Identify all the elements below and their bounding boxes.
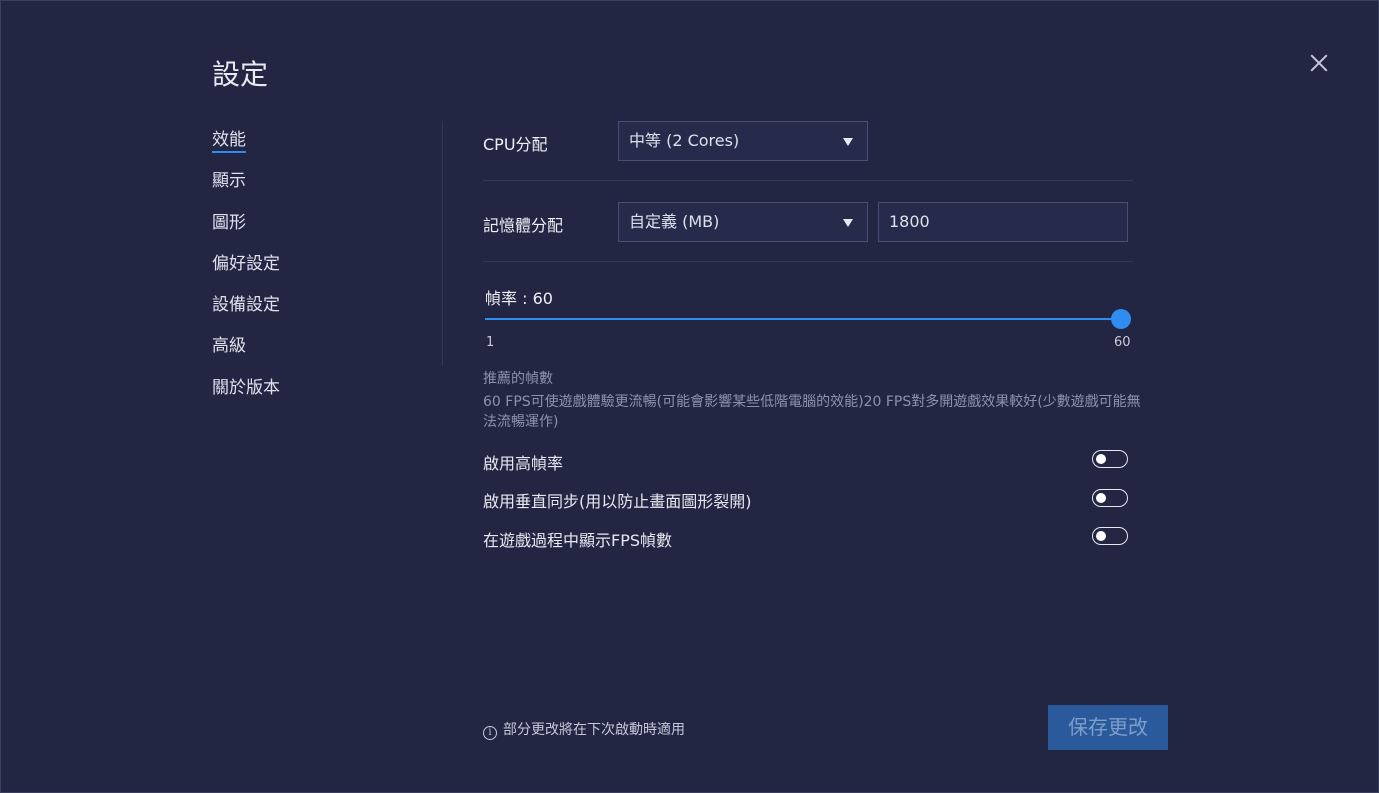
nav-item-label: 顯示 — [212, 171, 246, 192]
show-fps-label: 在遊戲過程中顯示FPS幀數 — [483, 531, 673, 550]
nav-item-display[interactable]: 顯示 — [212, 170, 280, 211]
memory-size-input[interactable]: 1800 — [878, 202, 1128, 242]
fps-slider-thumb[interactable] — [1111, 309, 1131, 329]
fps-min-label: 1 — [486, 335, 495, 350]
high-fps-label: 啟用高幀率 — [483, 454, 564, 473]
close-icon[interactable] — [1307, 51, 1331, 75]
memory-allocation-value: 自定義 (MB) — [629, 212, 720, 231]
save-changes-button[interactable]: 保存更改 — [1048, 705, 1168, 750]
chevron-down-icon — [843, 219, 853, 227]
settings-nav: 效能 顯示 圖形 偏好設定 設備設定 高級 關於版本 — [212, 129, 280, 418]
fps-max-label: 60 — [1114, 335, 1131, 350]
nav-item-label: 高級 — [212, 336, 246, 357]
vsync-label: 啟用垂直同步(用以防止畫面圖形裂開) — [483, 492, 752, 511]
nav-item-label: 效能 — [212, 130, 246, 153]
nav-item-graphics[interactable]: 圖形 — [212, 212, 280, 253]
section-divider — [483, 261, 1133, 262]
fps-label: 幀率 : 60 — [485, 289, 553, 308]
memory-allocation-label: 記憶體分配 — [483, 216, 564, 235]
restart-note-text: 部分更改將在下次啟動時適用 — [503, 722, 685, 738]
section-divider — [483, 180, 1133, 181]
memory-size-value: 1800 — [889, 212, 930, 231]
show-fps-toggle[interactable] — [1092, 527, 1128, 545]
cpu-allocation-select[interactable]: 中等 (2 Cores) — [618, 121, 868, 161]
cpu-allocation-value: 中等 (2 Cores) — [629, 131, 740, 150]
fps-hint-body: 60 FPS可使遊戲體驗更流暢(可能會影響某些低階電腦的效能)20 FPS對多開… — [483, 394, 1141, 430]
nav-item-label: 關於版本 — [212, 377, 280, 398]
cpu-allocation-label: CPU分配 — [483, 135, 548, 154]
nav-item-label: 設備設定 — [212, 295, 280, 316]
nav-item-preferences[interactable]: 偏好設定 — [212, 253, 280, 294]
fps-slider-track[interactable] — [485, 318, 1121, 320]
info-icon: i — [483, 726, 497, 740]
nav-item-advanced[interactable]: 高級 — [212, 335, 280, 376]
fps-hint-title: 推薦的幀數 — [483, 371, 553, 387]
chevron-down-icon — [843, 138, 853, 146]
nav-item-about[interactable]: 關於版本 — [212, 377, 280, 418]
nav-divider — [442, 121, 443, 366]
nav-item-label: 圖形 — [212, 212, 246, 233]
toggle-knob — [1096, 530, 1106, 541]
nav-item-performance[interactable]: 效能 — [212, 129, 280, 170]
high-fps-toggle[interactable] — [1092, 450, 1128, 468]
settings-window: 設定 效能 顯示 圖形 偏好設定 設備設定 高級 關於版本 CPU分配 中等 (… — [0, 0, 1379, 793]
nav-item-device-settings[interactable]: 設備設定 — [212, 294, 280, 335]
vsync-toggle[interactable] — [1092, 489, 1128, 507]
restart-note: i 部分更改將在下次啟動時適用 — [483, 719, 685, 740]
toggle-knob — [1096, 453, 1106, 464]
page-title: 設定 — [212, 58, 269, 91]
nav-item-label: 偏好設定 — [212, 253, 280, 274]
toggle-knob — [1096, 492, 1106, 503]
memory-allocation-select[interactable]: 自定義 (MB) — [618, 202, 868, 242]
